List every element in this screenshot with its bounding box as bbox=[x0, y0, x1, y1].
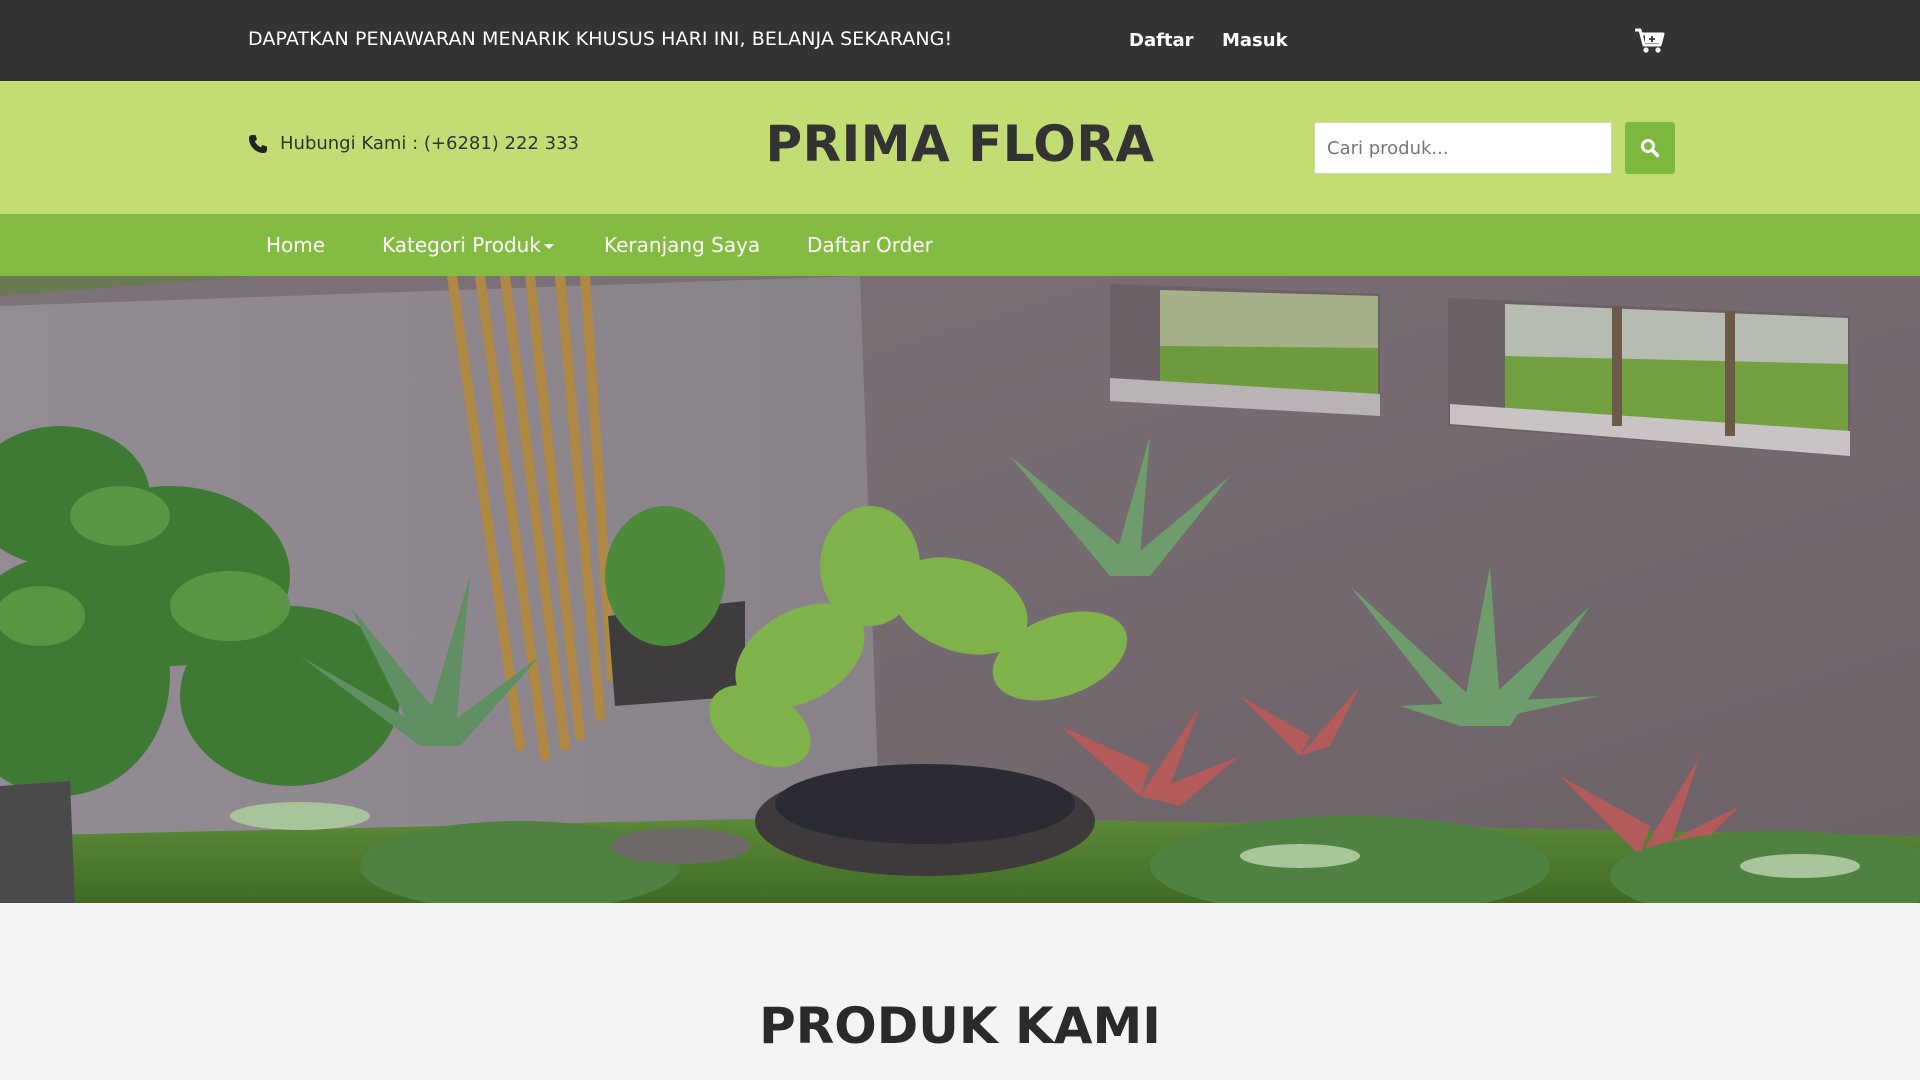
search-icon bbox=[1641, 139, 1660, 158]
nav-item-home[interactable]: Home bbox=[266, 233, 325, 257]
nav-item-keranjang-saya[interactable]: Keranjang Saya bbox=[604, 233, 760, 257]
garden-photo bbox=[0, 276, 1920, 903]
section-title: PRODUK KAMI bbox=[759, 997, 1161, 1055]
register-link[interactable]: Daftar bbox=[1129, 30, 1194, 51]
top-bar: DAPATKAN PENAWARAN MENARIK KHUSUS HARI I… bbox=[0, 0, 1920, 81]
nav-item-kategori-produk[interactable]: Kategori Produk bbox=[382, 233, 554, 257]
search-button[interactable] bbox=[1625, 122, 1675, 174]
promo-text: DAPATKAN PENAWARAN MENARIK KHUSUS HARI I… bbox=[248, 28, 953, 50]
nav-item-daftar-order[interactable]: Daftar Order bbox=[807, 233, 933, 257]
cart-icon[interactable] bbox=[1634, 27, 1666, 55]
hero-banner bbox=[0, 276, 1920, 903]
site-header: Hubungi Kami : (+6281) 222 333 PRIMA FLO… bbox=[0, 81, 1920, 214]
main-nav: Home Kategori Produk Keranjang Saya Daft… bbox=[0, 214, 1920, 276]
login-link[interactable]: Masuk bbox=[1222, 30, 1288, 51]
chevron-down-icon bbox=[543, 244, 554, 249]
search-input[interactable] bbox=[1314, 122, 1612, 174]
nav-item-label: Kategori Produk bbox=[382, 233, 541, 257]
